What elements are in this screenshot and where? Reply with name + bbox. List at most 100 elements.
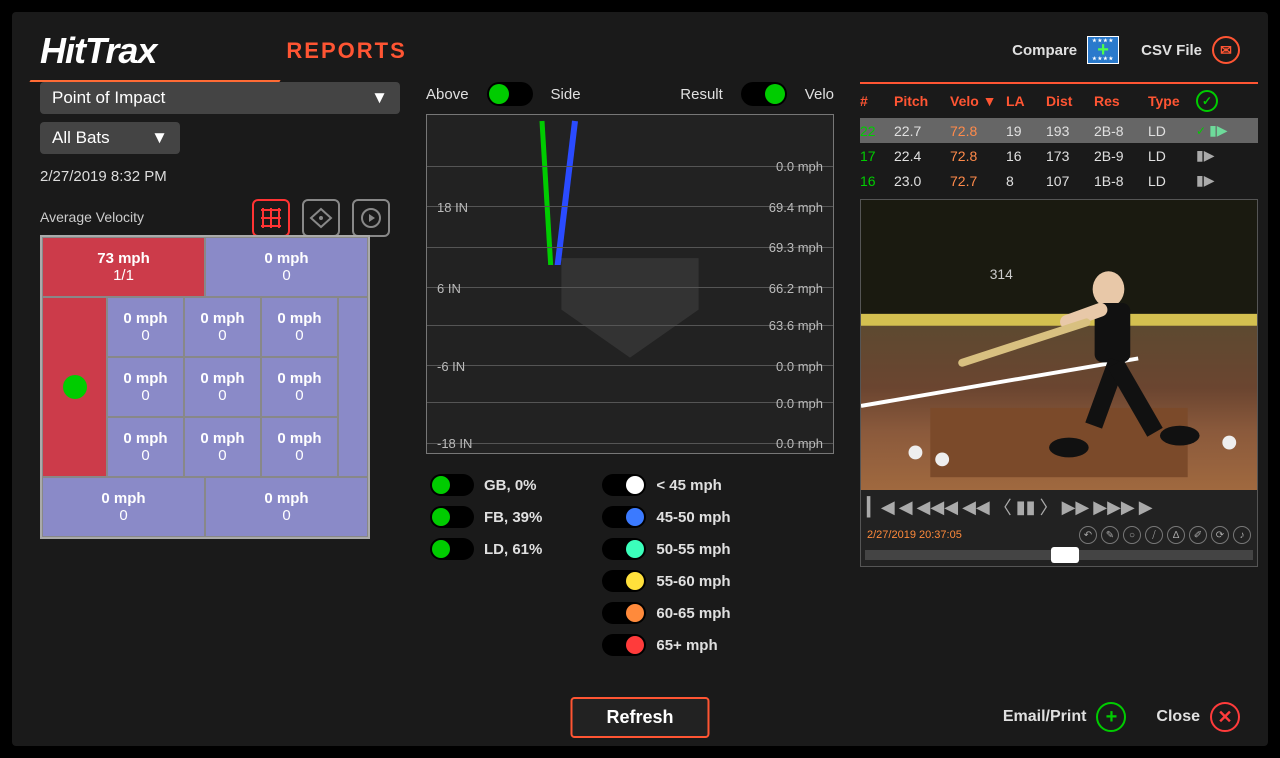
report-type-dropdown[interactable]: Point of Impact ▼	[40, 82, 400, 114]
x-circle-icon: ✕	[1210, 702, 1240, 732]
bat-filter-dropdown[interactable]: All Bats ▼	[40, 122, 180, 154]
table-row[interactable]: 1623.072.781071B-8LD▮▶	[860, 168, 1258, 193]
refresh-icon[interactable]: ⟳	[1211, 526, 1229, 544]
table-header[interactable]: #PitchVelo ▼LADistResType✓	[860, 84, 1258, 118]
video-controls: ▎◀ ◀ ◀◀◀ ◀◀ 〈 ▮▮ 〉 ▶▶ ▶▶▶ ▶	[861, 490, 1257, 524]
result-velo-toggle[interactable]	[741, 82, 787, 106]
step-fwd-icon[interactable]: 〉	[1040, 494, 1058, 520]
report-type-value: Point of Impact	[52, 88, 165, 108]
zone-cell[interactable]: 0 mph0	[184, 297, 261, 357]
table-header-cell[interactable]: Type	[1148, 93, 1196, 109]
page-title: REPORTS	[286, 38, 406, 64]
table-header-cell[interactable]: LA	[1006, 93, 1046, 109]
legend-dot	[430, 474, 474, 496]
table-header-cell[interactable]: Dist	[1046, 93, 1094, 109]
legend-dot	[602, 474, 646, 496]
refresh-button[interactable]: Refresh	[570, 697, 709, 738]
toggle-above-label: Above	[426, 86, 469, 103]
hit-type-legend-item[interactable]: GB, 0%	[430, 474, 542, 496]
velo-legend-item[interactable]: 45-50 mph	[602, 506, 730, 528]
camera-icon[interactable]: ▮▶	[1196, 147, 1214, 164]
above-side-toggle[interactable]	[487, 82, 533, 106]
video-frame[interactable]: Connor_Kreemer_16521-33_8_13_2015_13_31_…	[861, 200, 1257, 490]
header: HitTrax REPORTS Compare + CSV File ✉	[12, 12, 1268, 82]
velo-legend-item[interactable]: < 45 mph	[602, 474, 730, 496]
close-button[interactable]: Close ✕	[1156, 702, 1240, 732]
zone-cell[interactable]: 0 mph0	[261, 357, 338, 417]
table-header-cell[interactable]: #	[860, 93, 894, 109]
csv-file-button[interactable]: CSV File ✉	[1141, 36, 1240, 64]
table-row[interactable]: 2222.772.8191932B-8LD✓▮▶	[860, 118, 1258, 143]
scrub-thumb[interactable]	[1051, 547, 1079, 563]
zone-cell[interactable]: 0 mph0	[261, 297, 338, 357]
pencil-icon[interactable]: ✎	[1101, 526, 1119, 544]
strike-zone-grid[interactable]: 73 mph 1/1 0 mph 0 0 mph00 mph00 mph00 m…	[40, 235, 370, 539]
line-icon[interactable]: ⧸	[1145, 526, 1163, 544]
zone-cell[interactable]: 0 mph0	[261, 417, 338, 477]
zone-left-strip[interactable]	[42, 297, 107, 477]
video-tools: ↶ ✎ ○ ⧸ ∆ ✐ ⟳ ♪	[1079, 526, 1251, 544]
chart-gridline: -18 IN0.0 mph	[427, 443, 833, 444]
select-all-check[interactable]: ✓	[1196, 90, 1218, 112]
toggle-velo-label: Velo	[805, 86, 834, 103]
mail-icon: ✉	[1212, 36, 1240, 64]
camera-icon[interactable]: ▮▶	[1196, 172, 1214, 189]
trajectory-lines	[427, 115, 727, 265]
impact-marker	[63, 375, 87, 399]
video-panel: Connor_Kreemer_16521-33_8_13_2015_13_31_…	[860, 199, 1258, 567]
chevron-down-icon: ▼	[151, 128, 168, 148]
table-row[interactable]: 1722.472.8161732B-9LD▮▶	[860, 143, 1258, 168]
angle-icon[interactable]: ∆	[1167, 526, 1185, 544]
velo-legend-item[interactable]: 55-60 mph	[602, 570, 730, 592]
velo-legend-item[interactable]: 65+ mph	[602, 634, 730, 656]
toggle-result-label: Result	[680, 86, 723, 103]
compare-button[interactable]: Compare +	[1012, 36, 1119, 64]
rewind-fast-icon[interactable]: ◀◀◀	[917, 497, 959, 518]
logo: HitTrax	[40, 30, 156, 72]
legend-dot	[602, 538, 646, 560]
zone-cell[interactable]: 0 mph0	[184, 417, 261, 477]
email-print-label: Email/Print	[1003, 708, 1087, 726]
compare-icon: +	[1087, 36, 1119, 64]
undo-icon[interactable]: ↶	[1079, 526, 1097, 544]
step-back-icon[interactable]: 〈	[994, 494, 1012, 520]
mute-icon[interactable]: ♪	[1233, 526, 1251, 544]
video-timestamp: 2/27/2019 20:37:05	[867, 529, 962, 541]
zone-cell[interactable]: 0 mph0	[184, 357, 261, 417]
legend-dot	[602, 634, 646, 656]
zone-bot-left[interactable]: 0 mph 0	[42, 477, 205, 537]
camera-icon[interactable]: ▮▶	[1209, 122, 1227, 139]
close-label: Close	[1156, 708, 1200, 726]
csv-file-label: CSV File	[1141, 42, 1202, 59]
zone-cell[interactable]: 0 mph0	[107, 417, 184, 477]
circle-icon[interactable]: ○	[1123, 526, 1141, 544]
chart-gridline: 18 IN69.4 mph	[427, 206, 833, 207]
forward-icon[interactable]: ▶▶	[1062, 497, 1090, 518]
video-scrubber[interactable]	[861, 546, 1257, 566]
toggle-side-label: Side	[551, 86, 581, 103]
rewind-icon[interactable]: ◀◀	[962, 497, 990, 518]
table-header-cell[interactable]: Res	[1094, 93, 1148, 109]
prev-icon[interactable]: ◀	[899, 497, 913, 518]
skip-start-icon[interactable]: ▎◀	[867, 497, 895, 518]
hit-type-legend-item[interactable]: FB, 39%	[430, 506, 542, 528]
marker-icon[interactable]: ✐	[1189, 526, 1207, 544]
zone-top-right[interactable]: 0 mph 0	[205, 237, 368, 297]
chart-gridline: 63.6 mph	[427, 325, 833, 326]
zone-cell[interactable]: 0 mph0	[107, 297, 184, 357]
zone-cell[interactable]: 0 mph0	[107, 357, 184, 417]
velo-legend-item[interactable]: 60-65 mph	[602, 602, 730, 624]
next-icon[interactable]: ▶	[1139, 497, 1153, 518]
velo-legend-item[interactable]: 50-55 mph	[602, 538, 730, 560]
table-header-cell[interactable]: Pitch	[894, 93, 950, 109]
zone-right-strip[interactable]	[338, 297, 368, 477]
zone-bot-right[interactable]: 0 mph 0	[205, 477, 368, 537]
chart-gridline: 0.0 mph	[427, 402, 833, 403]
zone-top-left[interactable]: 73 mph 1/1	[42, 237, 205, 297]
hit-type-legend-item[interactable]: LD, 61%	[430, 538, 542, 560]
email-print-button[interactable]: Email/Print +	[1003, 702, 1127, 732]
forward-fast-icon[interactable]: ▶▶▶	[1093, 497, 1135, 518]
impact-chart[interactable]: 0.0 mph18 IN69.4 mph69.3 mph6 IN66.2 mph…	[426, 114, 834, 454]
pause-icon[interactable]: ▮▮	[1016, 497, 1036, 518]
table-header-cell[interactable]: Velo ▼	[950, 93, 1006, 109]
